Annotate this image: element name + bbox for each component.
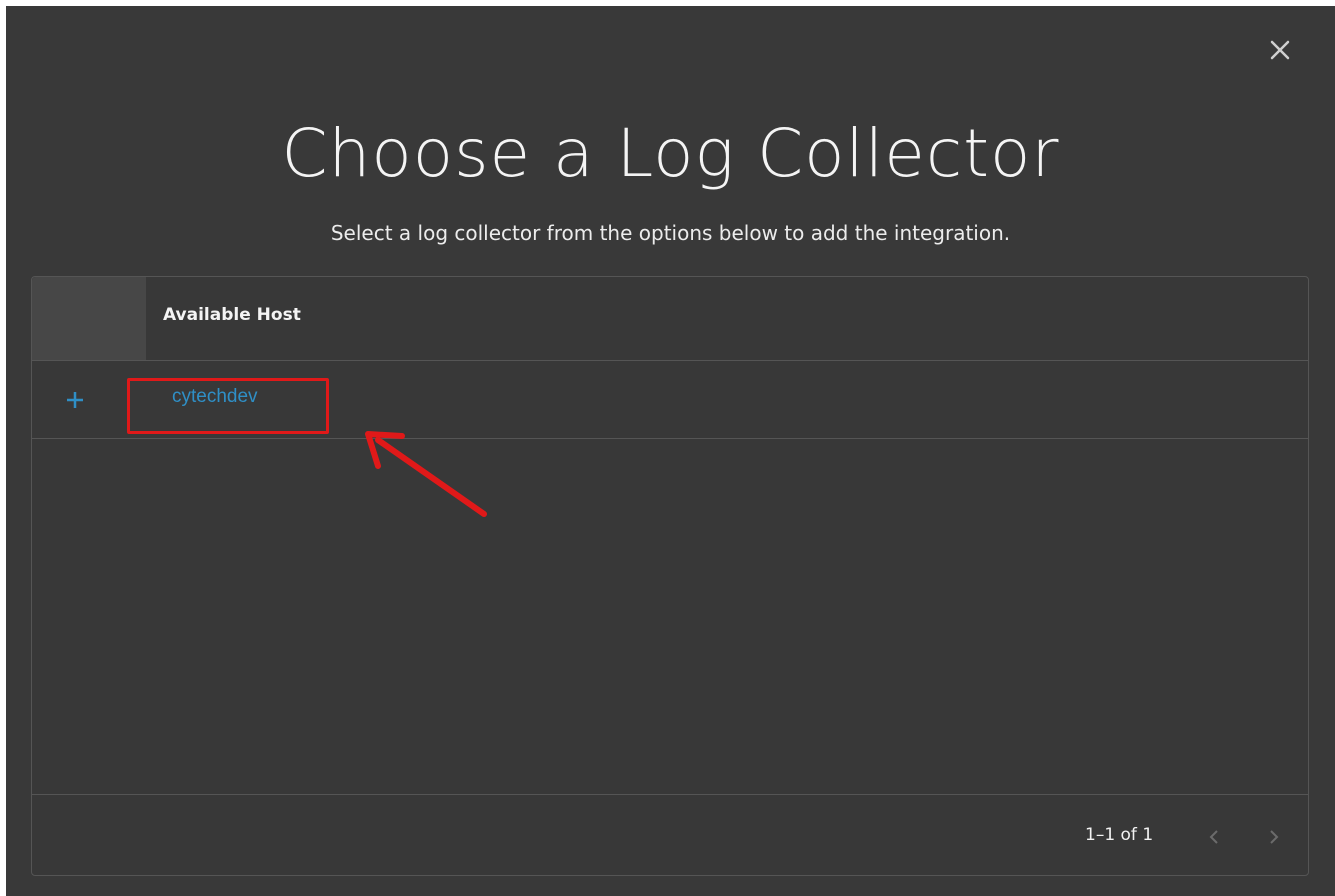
next-page-button[interactable] (1264, 825, 1284, 849)
table-footer: 1–1 of 1 (32, 794, 1308, 876)
close-button[interactable] (1266, 36, 1294, 64)
hosts-table: Available Host cytechdev 1–1 of 1 (31, 276, 1309, 876)
pagination-range: 1–1 of 1 (1085, 825, 1154, 845)
add-host-button[interactable] (64, 389, 86, 411)
close-icon (1270, 40, 1290, 60)
column-header-available-host: Available Host (163, 305, 301, 325)
dialog-subtitle: Select a log collector from the options … (330, 221, 1011, 245)
plus-icon (67, 392, 83, 408)
host-name-link[interactable]: cytechdev (172, 386, 258, 408)
dialog-title: Choose a Log Collector (281, 115, 1060, 192)
chevron-right-icon (1270, 830, 1279, 844)
header-action-cell (32, 277, 146, 360)
previous-page-button[interactable] (1204, 825, 1224, 849)
chevron-left-icon (1209, 830, 1218, 844)
table-header: Available Host (32, 277, 1308, 361)
table-row: cytechdev (32, 361, 1308, 439)
log-collector-dialog: Choose a Log Collector Select a log coll… (6, 6, 1335, 896)
